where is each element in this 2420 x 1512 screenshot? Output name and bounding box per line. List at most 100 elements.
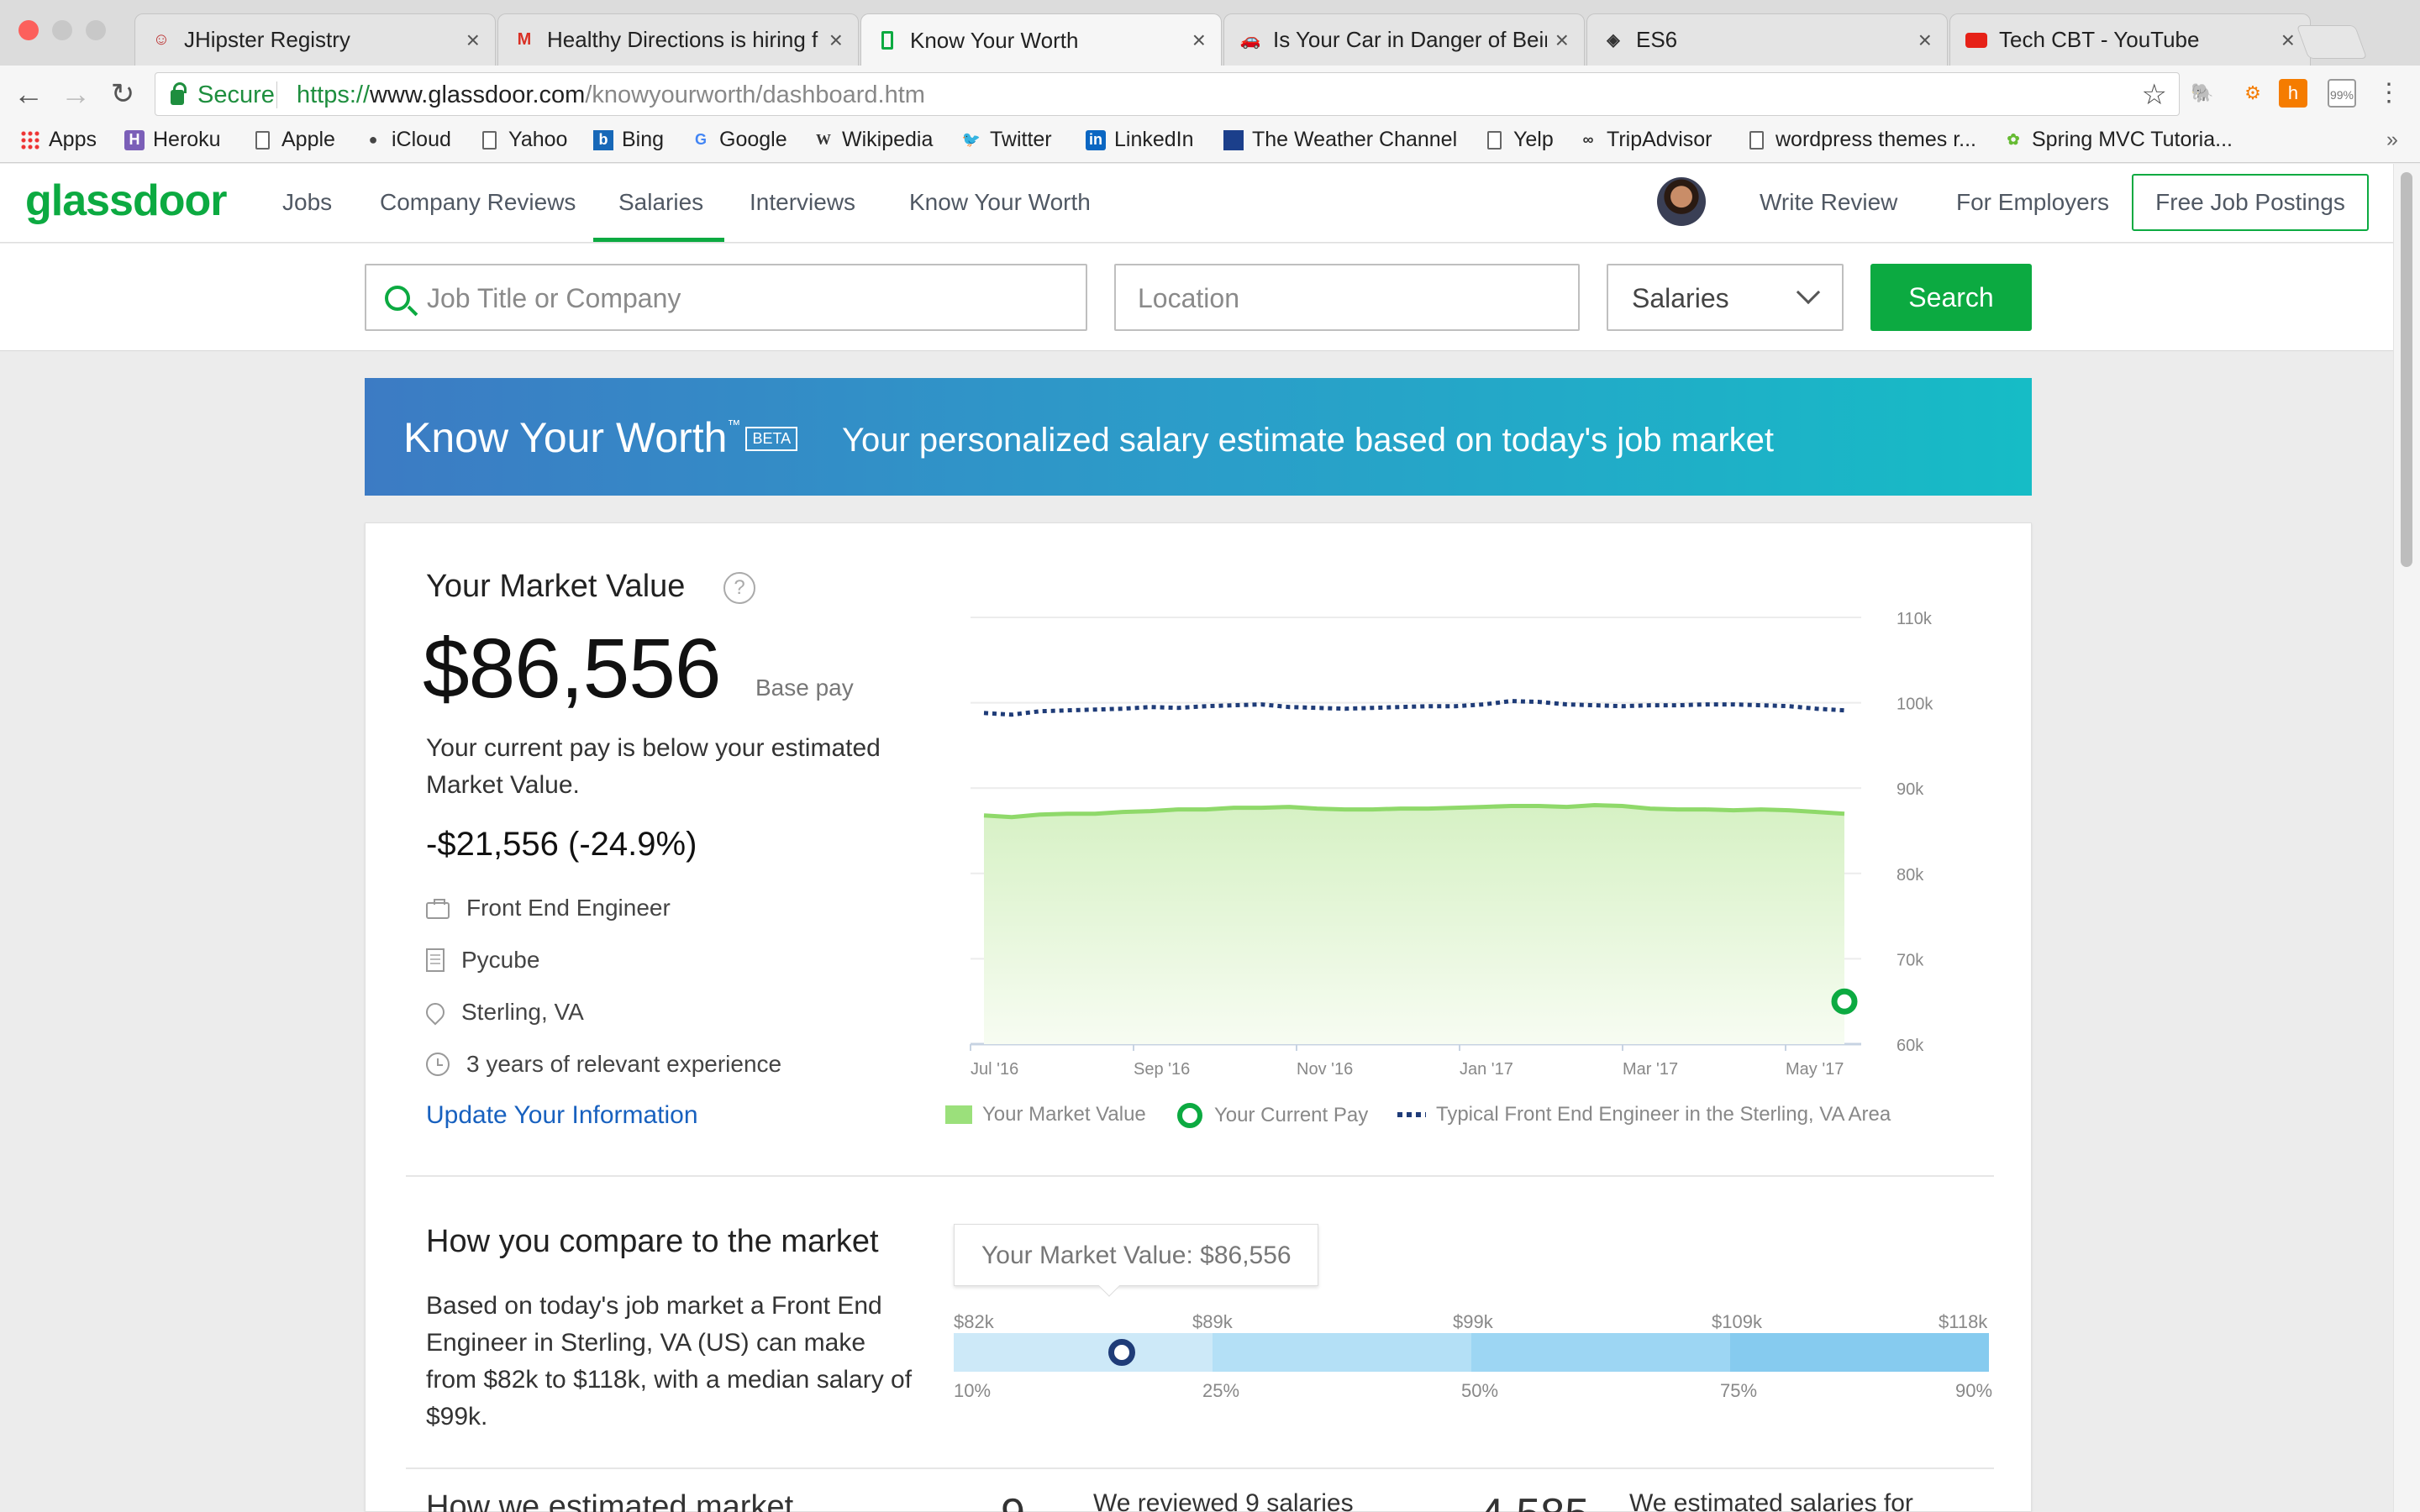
close-tab-icon[interactable]: × (1555, 27, 1569, 54)
search-button[interactable]: Search (1870, 264, 2032, 331)
for-employers-link[interactable]: For Employers (1956, 189, 2109, 216)
market-value-area (984, 805, 1844, 1044)
wikipedia-icon: W (816, 131, 831, 148)
apps-grid-icon (20, 129, 40, 150)
back-arrow-icon[interactable]: ← (12, 77, 45, 111)
reload-icon[interactable]: ↻ (106, 77, 139, 111)
section-divider (406, 1467, 1994, 1469)
bookmark-apple[interactable]: Apple (255, 128, 335, 152)
percentile-75: 75% (1720, 1380, 1758, 1401)
url-text[interactable]: https://www.glassdoor.com/knowyourworth/… (297, 81, 925, 109)
location-detail: Sterling, VA (422, 999, 584, 1026)
tab-car-article[interactable]: 🚗 Is Your Car in Danger of Bein × (1223, 13, 1585, 66)
briefcase-icon (426, 899, 450, 919)
help-icon[interactable]: ? (723, 572, 755, 604)
weather-channel-icon (1223, 129, 1244, 150)
chrome-menu-icon[interactable]: ⋮ (2375, 79, 2403, 108)
hubspot-extension-icon[interactable]: ⚙ (2238, 79, 2267, 108)
maximize-window-button[interactable] (86, 20, 106, 40)
y-tick-label: 70k (1897, 951, 1924, 969)
tab-gmail[interactable]: M Healthy Directions is hiring f × (497, 13, 859, 66)
bookmark-heroku[interactable]: H Heroku (124, 128, 221, 152)
x-tick-label: Jul '16 (971, 1060, 1018, 1078)
write-review-link[interactable]: Write Review (1760, 189, 1897, 216)
nav-interviews[interactable]: Interviews (750, 189, 855, 216)
tab-know-your-worth[interactable]: Know Your Worth × (860, 13, 1222, 66)
market-value-card: Your Market Value ? $86,556 Base pay You… (365, 522, 2032, 1512)
secure-indicator[interactable]: Secure (171, 81, 275, 109)
bookmark-wordpress-themes[interactable]: wordpress themes r... (1749, 128, 1976, 152)
close-tab-icon[interactable]: × (466, 27, 480, 54)
avatar[interactable] (1657, 177, 1706, 226)
glassdoor-logo[interactable]: glassdoor (25, 176, 227, 226)
minimize-window-button[interactable] (52, 20, 72, 40)
evernote-extension-icon[interactable]: 🐘 (2188, 79, 2217, 108)
page-icon (482, 130, 497, 150)
youtube-icon (1965, 29, 1987, 51)
banner-title: Know Your Worth™BETA (403, 413, 798, 462)
bookmarks-overflow-icon[interactable]: » (2386, 128, 2398, 152)
bookmark-yelp[interactable]: Yelp (1487, 128, 1554, 152)
close-tab-icon[interactable]: × (1192, 27, 1206, 54)
range-label-89k: $89k (1192, 1311, 1233, 1332)
close-tab-icon[interactable]: × (1918, 27, 1932, 54)
clock-icon (426, 1053, 450, 1076)
close-tab-icon[interactable]: × (829, 27, 843, 54)
bookmark-icloud[interactable]: ● iCloud (363, 128, 451, 152)
nav-jobs[interactable]: Jobs (282, 189, 332, 216)
bookmark-apps[interactable]: Apps (20, 128, 97, 152)
free-job-postings-button[interactable]: Free Job Postings (2132, 174, 2369, 231)
salaries-estimated-text: We estimated salaries for (1629, 1489, 1913, 1512)
percent-extension-icon[interactable]: 99% (2328, 79, 2356, 108)
percentile-25: 25% (1202, 1380, 1240, 1401)
location-input[interactable]: Location (1114, 264, 1580, 331)
jhipster-icon: ☺ (152, 30, 171, 49)
bookmark-wikipedia[interactable]: W Wikipedia (813, 128, 933, 152)
pay-comparison-message: Your current pay is below your estimated… (426, 734, 881, 799)
search-type-select[interactable]: Salaries (1607, 264, 1844, 331)
y-tick-label: 110k (1897, 610, 1933, 628)
page-icon (1487, 130, 1502, 150)
bookmark-linkedin[interactable]: in LinkedIn (1086, 128, 1194, 152)
salaries-estimated-count: 4,585 (1480, 1489, 1589, 1512)
nav-salaries[interactable]: Salaries (618, 189, 703, 216)
bookmark-bing[interactable]: b Bing (593, 128, 664, 152)
forward-arrow-icon[interactable]: → (59, 77, 92, 111)
new-tab-button[interactable] (2296, 25, 2368, 59)
salaries-reviewed-text: We reviewed 9 salaries (1093, 1489, 1354, 1512)
page-scrollbar[interactable] (2393, 164, 2420, 1512)
glassdoor-icon (876, 29, 898, 51)
bookmark-twitter[interactable]: 🐦 Twitter (961, 128, 1052, 152)
nav-know-your-worth[interactable]: Know Your Worth (909, 189, 1091, 216)
bookmark-tripadvisor[interactable]: ∞ TripAdvisor (1578, 128, 1712, 152)
tab-jhipster[interactable]: ☺ JHipster Registry × (134, 13, 496, 66)
company-detail: Pycube (426, 947, 539, 974)
job-title-detail: Front End Engineer (426, 895, 671, 921)
bookmark-star-icon[interactable]: ☆ (2142, 78, 2167, 112)
search-icon (385, 286, 410, 311)
market-value-amount: $86,556 (423, 622, 721, 716)
percentile-90: 90% (1955, 1380, 1993, 1401)
update-information-link[interactable]: Update Your Information (426, 1101, 698, 1130)
tab-youtube[interactable]: Tech CBT - YouTube × (1949, 13, 2311, 66)
bookmark-weather-channel[interactable]: The Weather Channel (1223, 128, 1457, 152)
address-bar[interactable]: Secure https://www.glassdoor.com/knowyou… (155, 72, 2180, 116)
legend-dotted-swatch (1397, 1112, 1426, 1117)
bookmark-google[interactable]: G Google (691, 128, 787, 152)
range-label-82k: $82k (954, 1311, 994, 1332)
close-tab-icon[interactable]: × (2281, 27, 2295, 54)
tab-es6[interactable]: ◈ ES6 × (1586, 13, 1948, 66)
y-tick-label: 90k (1897, 780, 1924, 799)
nav-company-reviews[interactable]: Company Reviews (380, 189, 576, 216)
hubspot-sales-extension-icon[interactable]: h (2279, 79, 2307, 108)
banner-tagline: Your personalized salary estimate based … (842, 422, 1775, 459)
bookmark-spring-mvc[interactable]: ✿ Spring MVC Tutoria... (2003, 128, 2233, 152)
y-tick-label: 80k (1897, 866, 1924, 885)
keyword-search-input[interactable]: Job Title or Company (365, 264, 1087, 331)
legend-market-value: Your Market Value (945, 1103, 1146, 1126)
close-window-button[interactable] (18, 20, 39, 40)
current-pay-point (1831, 988, 1858, 1015)
bookmark-yahoo[interactable]: Yahoo (482, 128, 567, 152)
scrollbar-thumb[interactable] (2401, 172, 2412, 567)
base-pay-label: Base pay (755, 675, 854, 701)
